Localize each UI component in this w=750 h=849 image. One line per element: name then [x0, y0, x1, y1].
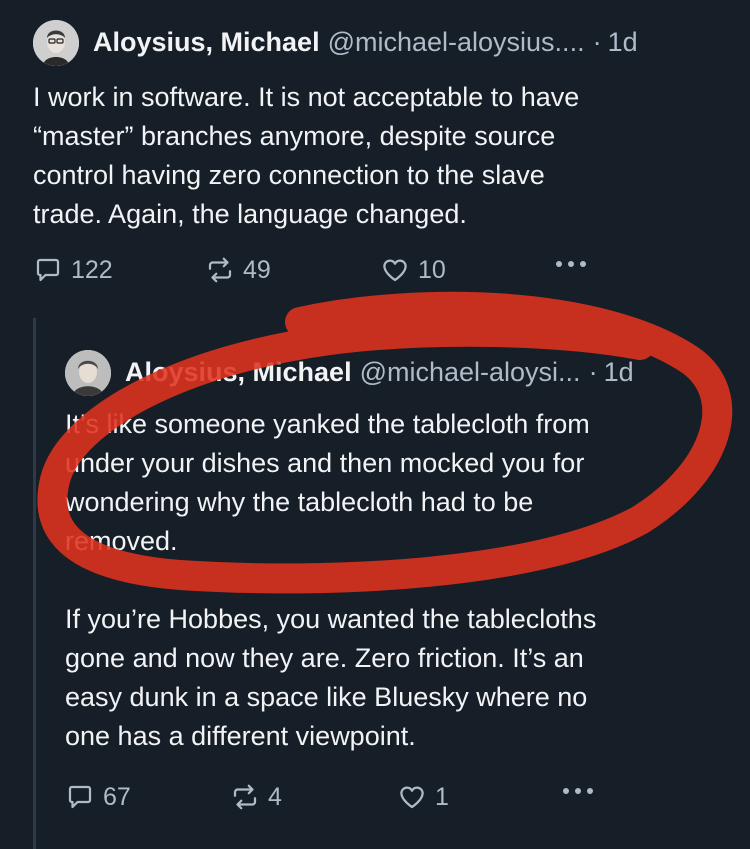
like-button[interactable]: 10: [380, 255, 446, 285]
reply-count: 122: [71, 255, 113, 284]
avatar[interactable]: [33, 20, 79, 66]
author-handle[interactable]: @michael-aloysius....: [328, 27, 585, 58]
separator-dot: ·: [592, 27, 602, 57]
avatar[interactable]: [65, 350, 111, 396]
repost-count: 49: [243, 255, 271, 284]
post-header: Aloysius, Michael @michael-aloysius.... …: [93, 27, 638, 58]
repost-icon: [208, 257, 232, 283]
post-text: It’s like someone yanked the tablecloth …: [65, 409, 597, 751]
reply-button[interactable]: 67: [65, 782, 131, 812]
post-actions: 122 49 10: [33, 255, 723, 295]
repost-count: 4: [268, 782, 282, 811]
post-time[interactable]: 1d: [608, 27, 638, 58]
more-icon[interactable]: [556, 261, 586, 267]
like-count: 1: [435, 782, 449, 811]
repost-button[interactable]: 4: [230, 782, 282, 812]
reply-icon: [68, 785, 92, 809]
more-icon[interactable]: [563, 788, 593, 794]
repost-icon: [233, 784, 257, 810]
like-icon: [400, 786, 424, 809]
author-name[interactable]: Aloysius, Michael: [93, 27, 320, 58]
like-button[interactable]: 1: [397, 782, 449, 812]
post-text: I work in software. It is not acceptable…: [33, 82, 580, 229]
like-icon: [383, 259, 407, 282]
reply-icon: [36, 258, 60, 282]
repost-button[interactable]: 49: [205, 255, 271, 285]
post-time[interactable]: 1d: [604, 357, 634, 388]
post-header: Aloysius, Michael @michael-aloysi... · 1…: [125, 357, 634, 388]
separator-dot: ·: [588, 357, 598, 387]
author-handle[interactable]: @michael-aloysi...: [360, 357, 581, 388]
author-name[interactable]: Aloysius, Michael: [125, 357, 352, 388]
post-actions: 67 4 1: [65, 782, 735, 822]
reply-button[interactable]: 122: [33, 255, 113, 285]
thread-line: [33, 318, 36, 849]
reply-count: 67: [103, 782, 131, 811]
like-count: 10: [418, 255, 446, 284]
